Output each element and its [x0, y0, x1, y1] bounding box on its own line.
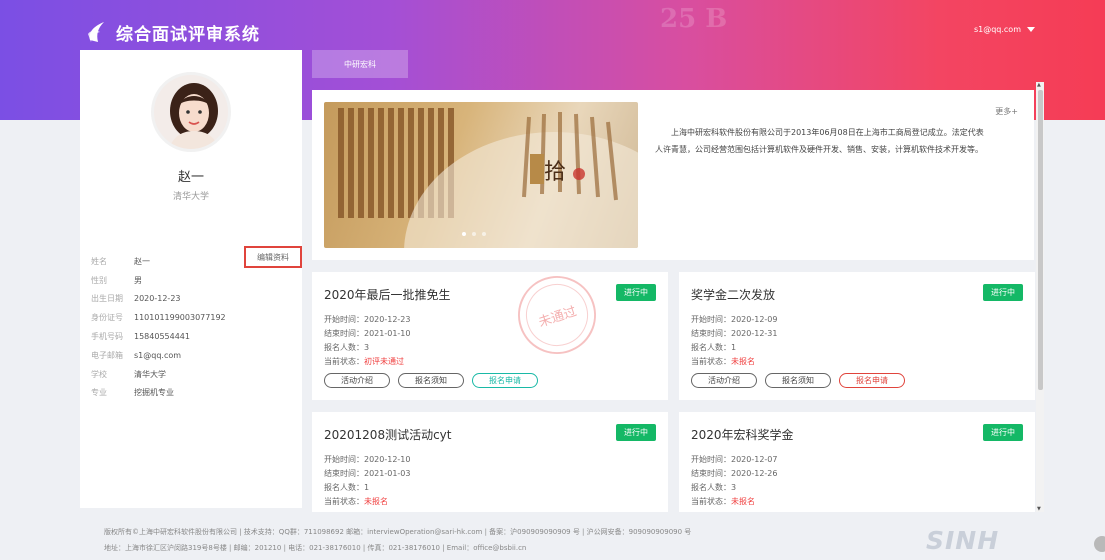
status-badge: 进行中 [983, 284, 1023, 301]
event-card-2[interactable]: 进行中 奖学金二次发放 开始时间：2020-12-09 结束时间：2020-12… [679, 272, 1035, 400]
banner-image [338, 108, 638, 248]
event-actions: 活动介绍 报名须知 报名申请 [691, 373, 1035, 388]
tab-zhongyan-hongke[interactable]: 中研宏科 [312, 50, 408, 78]
company-intro-card: 拾 更多+ 上海中研宏科软件股份有限公司于2013年06月08日在上海市工商局登… [312, 90, 1034, 260]
event-card-1[interactable]: 未通过 进行中 2020年最后一批推免生 开始时间：2020-12-23 结束时… [312, 265, 668, 400]
event-state: 当前状态：未报名 [691, 497, 755, 506]
status-badge: 进行中 [983, 424, 1023, 441]
avatar-image [154, 75, 228, 149]
user-email: s1@qq.com [973, 25, 1021, 34]
event-end: 结束时间：2021-01-03 [324, 469, 411, 478]
more-link[interactable]: 更多+ [995, 106, 1018, 117]
logo-icon [88, 22, 104, 42]
footer: 版权所有©上海中研宏科软件股份有限公司 | 技术支持：QQ群：711098692… [0, 522, 1105, 560]
content-scrollbar[interactable]: ▲ ▼ [1036, 82, 1044, 512]
activity-intro-button[interactable]: 活动介绍 [691, 373, 757, 388]
event-state: 当前状态：未报名 [324, 497, 388, 506]
user-menu[interactable]: s1@qq.com [974, 25, 1035, 34]
event-start: 开始时间：2020-12-23 [324, 315, 411, 324]
apply-button[interactable]: 报名申请 [839, 373, 905, 388]
info-row-name: 姓名 赵一 [91, 256, 150, 266]
event-count: 报名人数：1 [324, 483, 370, 492]
profile-school: 清华大学 [172, 192, 209, 202]
info-row-gender: 性别男 [91, 275, 142, 285]
registration-notice-button[interactable]: 报名须知 [765, 373, 831, 388]
info-row-phone: 手机号码 15840554441 [91, 332, 190, 342]
info-row-major: 专业 挖掘机专业 [91, 388, 174, 398]
event-start: 开始时间：2020-12-09 [691, 315, 778, 324]
registration-notice-button[interactable]: 报名须知 [398, 373, 464, 388]
edit-profile-button[interactable]: 编辑资料 [244, 246, 302, 268]
banner-carousel[interactable]: 拾 [324, 102, 638, 248]
event-start: 开始时间：2020-12-10 [324, 455, 411, 464]
info-row-id-number: 身份证号 110101199003077192 [91, 313, 226, 323]
status-badge: 进行中 [616, 424, 656, 441]
side-widget-icon[interactable] [1094, 536, 1105, 552]
activity-intro-button[interactable]: 活动介绍 [324, 373, 390, 388]
header-background-art: 25 B [660, 4, 728, 34]
event-count: 报名人数：3 [324, 343, 370, 352]
event-end: 结束时间：2021-01-10 [324, 329, 411, 338]
event-card-3[interactable]: 进行中 20201208测试活动cyt 开始时间：2020-12-10 结束时间… [312, 412, 668, 512]
profile-panel: 赵一 清华大学 编辑资料 姓名 赵一 性别男 出生日期 2020-12-23 身份证… [80, 50, 302, 508]
caret-down-icon [1027, 27, 1035, 32]
app-title: 综合面试评审系统 [116, 25, 260, 45]
event-start: 开始时间：2020-12-07 [691, 455, 778, 464]
event-state: 当前状态：初评未通过 [324, 357, 404, 366]
footer-brand-logo: SINH [926, 526, 1000, 555]
scrollbar-thumb[interactable] [1038, 90, 1043, 390]
event-count: 报名人数：1 [691, 343, 737, 352]
apply-button[interactable]: 报名申请 [472, 373, 538, 388]
footer-copyright: 版权所有©上海中研宏科软件股份有限公司 | 技术支持：QQ群：711098692… [104, 528, 692, 536]
scroll-down-icon[interactable]: ▼ [1037, 506, 1041, 512]
event-actions: 活动介绍 报名须知 报名申请 [324, 373, 668, 388]
event-state: 当前状态：未报名 [691, 357, 755, 366]
info-row-school: 学校 清华大学 [91, 369, 166, 379]
event-count: 报名人数：3 [691, 483, 737, 492]
company-intro-text: 上海中研宏科软件股份有限公司于2013年06月08日在上海市工商局登记成立。法定… [655, 128, 984, 154]
info-row-birthdate: 出生日期 2020-12-23 [91, 294, 181, 304]
event-end: 结束时间：2020-12-26 [691, 469, 778, 478]
avatar [151, 72, 231, 152]
profile-name: 赵一 [177, 170, 204, 185]
banner-glyph: 拾 [544, 160, 567, 185]
status-badge: 进行中 [616, 284, 656, 301]
scroll-up-icon[interactable]: ▲ [1037, 82, 1041, 88]
profile-info-list: 姓名 赵一 性别男 出生日期 2020-12-23 身份证号 110101199003… [91, 252, 226, 402]
event-end: 结束时间：2020-12-31 [691, 329, 778, 338]
footer-address: 地址：上海市徐汇区沪闵路319号8号楼 | 邮编：201210 | 电话：021… [104, 544, 527, 552]
info-row-email: 电子邮箱 s1@qq.com [91, 350, 182, 360]
event-card-4[interactable]: 进行中 2020年宏科奖学金 开始时间：2020-12-07 结束时间：2020… [679, 412, 1035, 512]
